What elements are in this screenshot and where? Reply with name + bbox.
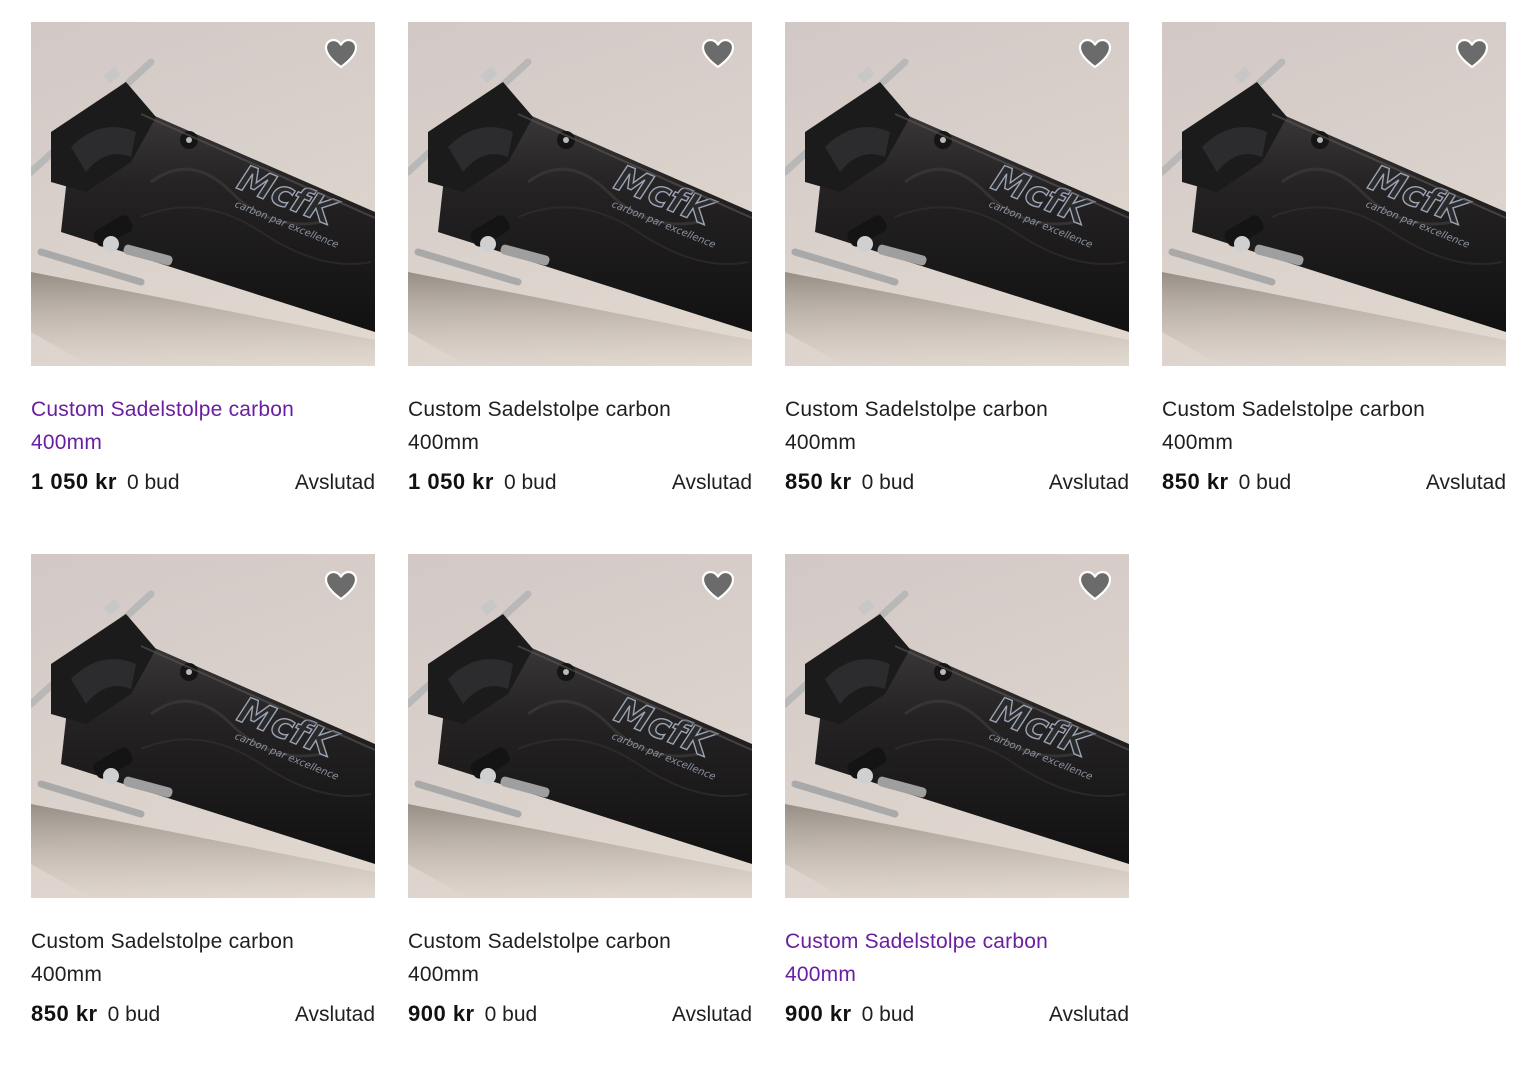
listing-price: 900 kr — [785, 1001, 852, 1026]
listing-meta: 850 kr 0 bud Avslutad — [31, 1001, 375, 1027]
bid-count: 0 bud — [503, 471, 557, 494]
listing-image[interactable] — [1162, 22, 1506, 366]
listing-meta: 850 kr 0 bud Avslutad — [1162, 469, 1506, 495]
listing-price: 1 050 kr — [408, 469, 494, 494]
listing-title[interactable]: Custom Sadelstolpe carbon 400mm — [408, 925, 752, 991]
listing-title[interactable]: Custom Sadelstolpe carbon 400mm — [31, 393, 375, 459]
bid-count: 0 bud — [861, 471, 915, 494]
listing-meta: 900 kr 0 bud Avslutad — [408, 1001, 752, 1027]
heart-icon — [1455, 37, 1489, 71]
listing-card[interactable]: Custom Sadelstolpe carbon 400mm 900 kr 0 … — [408, 554, 752, 1086]
favorite-button[interactable] — [323, 36, 359, 72]
bid-count: 0 bud — [126, 471, 180, 494]
listing-status: Avslutad — [294, 1003, 375, 1026]
listing-price: 900 kr — [408, 1001, 475, 1026]
heart-icon — [324, 37, 358, 71]
favorite-button[interactable] — [1077, 36, 1113, 72]
seatpost-photo — [31, 22, 375, 366]
favorite-button[interactable] — [700, 568, 736, 604]
heart-icon — [324, 569, 358, 603]
listing-status: Avslutad — [671, 471, 752, 494]
listing-title[interactable]: Custom Sadelstolpe carbon 400mm — [31, 925, 375, 991]
listing-status: Avslutad — [1048, 1003, 1129, 1026]
listing-meta: 850 kr 0 bud Avslutad — [785, 469, 1129, 495]
listing-status: Avslutad — [1048, 471, 1129, 494]
favorite-button[interactable] — [323, 568, 359, 604]
listing-price: 850 kr — [1162, 469, 1229, 494]
listing-card[interactable]: Custom Sadelstolpe carbon 400mm 850 kr 0 … — [31, 554, 375, 1086]
bid-count: 0 bud — [861, 1003, 915, 1026]
listing-status: Avslutad — [671, 1003, 752, 1026]
seatpost-photo — [785, 22, 1129, 366]
listing-price: 1 050 kr — [31, 469, 117, 494]
listing-image[interactable] — [785, 554, 1129, 898]
listing-meta: 1 050 kr 0 bud Avslutad — [31, 469, 375, 495]
heart-icon — [1078, 569, 1112, 603]
seatpost-photo — [31, 554, 375, 898]
listing-title[interactable]: Custom Sadelstolpe carbon 400mm — [785, 393, 1129, 459]
bid-count: 0 bud — [1238, 471, 1292, 494]
listing-card[interactable]: Custom Sadelstolpe carbon 400mm 850 kr 0 … — [785, 22, 1129, 554]
listing-title[interactable]: Custom Sadelstolpe carbon 400mm — [408, 393, 752, 459]
listing-image[interactable] — [408, 554, 752, 898]
listing-meta: 900 kr 0 bud Avslutad — [785, 1001, 1129, 1027]
listing-price: 850 kr — [785, 469, 852, 494]
listing-status: Avslutad — [1425, 471, 1506, 494]
bid-count: 0 bud — [107, 1003, 161, 1026]
favorite-button[interactable] — [1454, 36, 1490, 72]
listing-meta: 1 050 kr 0 bud Avslutad — [408, 469, 752, 495]
favorite-button[interactable] — [700, 36, 736, 72]
heart-icon — [1078, 37, 1112, 71]
seatpost-photo — [408, 22, 752, 366]
listing-image[interactable] — [408, 22, 752, 366]
listing-card[interactable]: Custom Sadelstolpe carbon 400mm 850 kr 0 … — [1162, 22, 1506, 554]
heart-icon — [701, 569, 735, 603]
listing-image[interactable] — [31, 22, 375, 366]
bid-count: 0 bud — [484, 1003, 538, 1026]
listing-image[interactable] — [785, 22, 1129, 366]
listing-card[interactable]: Custom Sadelstolpe carbon 400mm 1 050 kr … — [31, 22, 375, 554]
listing-title[interactable]: Custom Sadelstolpe carbon 400mm — [785, 925, 1129, 991]
seatpost-photo — [1162, 22, 1506, 366]
favorite-button[interactable] — [1077, 568, 1113, 604]
seatpost-photo — [785, 554, 1129, 898]
listing-price: 850 kr — [31, 1001, 98, 1026]
listing-card[interactable]: Custom Sadelstolpe carbon 400mm 900 kr 0 … — [785, 554, 1129, 1086]
listing-image[interactable] — [31, 554, 375, 898]
listing-title[interactable]: Custom Sadelstolpe carbon 400mm — [1162, 393, 1506, 459]
heart-icon — [701, 37, 735, 71]
listing-status: Avslutad — [294, 471, 375, 494]
listing-grid: Custom Sadelstolpe carbon 400mm 1 050 kr … — [31, 22, 1506, 1086]
listing-card[interactable]: Custom Sadelstolpe carbon 400mm 1 050 kr … — [408, 22, 752, 554]
seatpost-photo — [408, 554, 752, 898]
